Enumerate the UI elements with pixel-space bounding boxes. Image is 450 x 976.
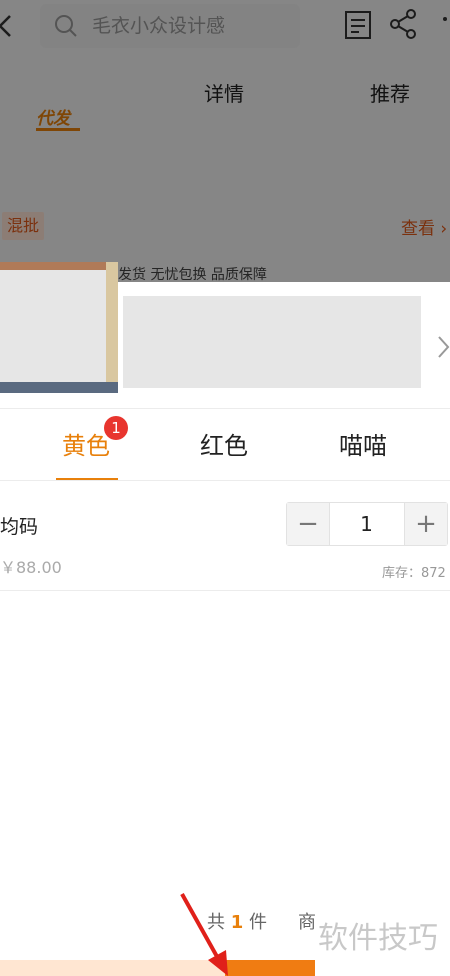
sku-sheet: 黄色 1 红色 喵喵 均码 ￥88.00 − 1 + 库存：872 共 1 件 … xyxy=(0,262,450,976)
increase-button[interactable]: + xyxy=(404,503,447,545)
color-count-badge: 1 xyxy=(104,416,128,440)
red-arrow-annotation xyxy=(180,893,228,976)
color-tab-yellow[interactable]: 黄色 xyxy=(62,426,110,461)
product-thumbnail xyxy=(0,262,118,393)
color-tab-red[interactable]: 红色 xyxy=(200,426,248,461)
stock-count: 库存：872 xyxy=(382,566,446,581)
size-price: ￥88.00 xyxy=(0,558,62,577)
size-name: 均码 xyxy=(0,516,39,538)
dim-overlay[interactable] xyxy=(0,0,450,285)
product-page-background: 毛衣小众设计感 代发 详情 推荐 混批 查看 › 发货 无忧包换 品质保障 xyxy=(0,0,450,285)
watermark: 软件技巧 xyxy=(318,902,450,976)
divider xyxy=(0,408,450,409)
color-tab-miaomiao[interactable]: 喵喵 xyxy=(339,426,387,461)
color-tabs: 黄色 1 红色 喵喵 xyxy=(0,410,450,481)
total-label: 商 xyxy=(298,912,316,933)
decrease-button[interactable]: − xyxy=(287,503,330,545)
quantity-stepper: − 1 + xyxy=(286,502,448,546)
chevron-right-icon[interactable] xyxy=(436,334,450,360)
divider xyxy=(0,590,450,591)
buy-now-button[interactable] xyxy=(225,960,315,976)
quantity-input[interactable]: 1 xyxy=(330,503,403,545)
product-title-placeholder xyxy=(123,296,421,388)
divider xyxy=(0,480,450,481)
